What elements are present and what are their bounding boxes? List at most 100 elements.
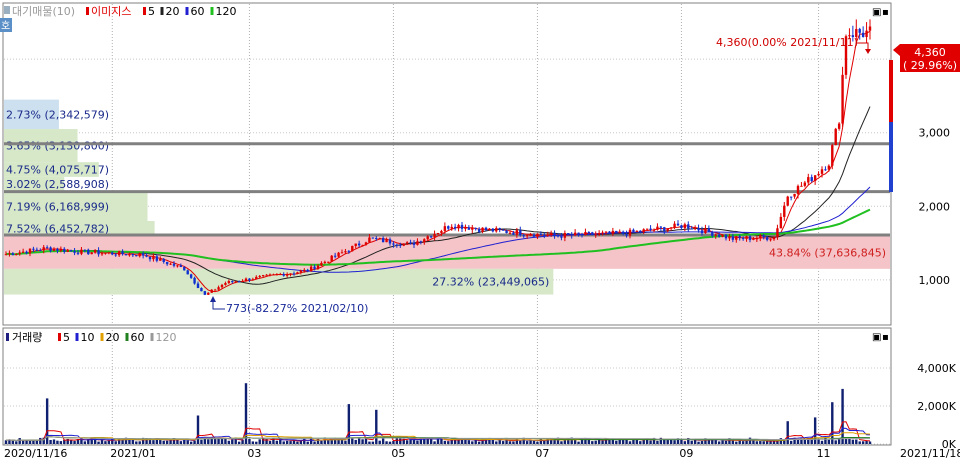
candle-body <box>711 231 714 236</box>
volume-bar <box>724 440 728 444</box>
x-axis: 2021/01 03 05 07 09 11 <box>110 447 830 460</box>
volume-bar <box>361 439 364 444</box>
candle-body <box>577 232 580 234</box>
candle-body <box>817 173 820 176</box>
candle-body <box>268 274 272 276</box>
legend-ma-label: 120 <box>216 5 237 18</box>
volume-bar <box>399 438 402 444</box>
candle-body <box>471 227 474 230</box>
candle-body <box>693 228 697 230</box>
candle-body <box>522 235 525 237</box>
volume-y-axis: 4,000K2,000K0K <box>917 362 956 451</box>
volume-bar <box>135 441 138 444</box>
volume-bar <box>666 440 669 444</box>
legend-ma-label: 20 <box>166 5 180 18</box>
restore-button[interactable]: ▣ <box>872 7 881 18</box>
volume-maximize-button[interactable]: ▪ <box>882 332 889 343</box>
volume-bar <box>227 440 231 444</box>
candle-body <box>741 237 745 239</box>
candle-body <box>783 205 786 217</box>
candle-body <box>820 169 824 174</box>
candle-body <box>488 228 491 231</box>
low-annotation: 773(-82.27% 2021/02/10) <box>226 302 368 315</box>
volume-bar <box>560 441 563 444</box>
candle-body <box>357 243 361 246</box>
candle-body <box>265 274 268 276</box>
candle-body <box>63 248 66 252</box>
candle-body <box>375 238 378 240</box>
candle-body <box>769 239 772 241</box>
candle-body <box>601 232 604 234</box>
candle-body <box>316 265 320 269</box>
candle-body <box>159 258 162 261</box>
candle-body <box>759 235 762 239</box>
candle-body <box>532 234 536 237</box>
volume-bar <box>532 440 536 444</box>
volume-bar <box>169 439 172 444</box>
volume-bar <box>289 441 292 444</box>
last-price-pointer <box>893 44 900 56</box>
candle-body <box>292 273 296 275</box>
candle-body <box>608 231 611 234</box>
candle-body <box>810 177 813 181</box>
candle-body <box>39 250 42 252</box>
candle-body <box>189 274 193 278</box>
volume-restore-button[interactable]: ▣ <box>872 332 881 343</box>
volume-bar <box>138 441 141 444</box>
candle-body <box>429 236 433 238</box>
candle-body <box>813 175 817 181</box>
candle-body <box>203 291 207 295</box>
volume-bar <box>189 441 193 444</box>
volume-legend-swatch <box>150 333 154 341</box>
candle-body <box>505 230 508 234</box>
volume-bar <box>313 441 316 444</box>
volume-bar <box>11 440 15 444</box>
volume-bar <box>759 441 762 444</box>
volume-bar <box>354 439 357 444</box>
candle-body <box>66 250 69 252</box>
volume-bar <box>855 439 858 444</box>
candle-body <box>18 252 21 254</box>
candle-body <box>76 252 80 254</box>
candle-body <box>313 266 316 269</box>
side-button-label: 호 <box>1 20 10 32</box>
volume-bar <box>416 440 419 444</box>
volume-profile-label: 27.32% (23,449,065) <box>432 276 549 289</box>
volume-bar <box>368 441 371 444</box>
volume-bar <box>498 439 501 444</box>
volume-bar <box>834 440 837 444</box>
candle-body <box>731 236 735 240</box>
volume-bar <box>591 441 594 444</box>
volume-bar <box>447 441 450 444</box>
candle-body <box>464 227 467 229</box>
volume-bar <box>357 437 361 444</box>
candle-body <box>423 239 426 243</box>
candle-body <box>659 226 663 228</box>
candle-body <box>525 235 529 237</box>
candle-body <box>207 292 210 295</box>
volume-legend-ma-label: 60 <box>131 331 145 344</box>
candle-body <box>347 251 351 253</box>
last-price-change: ( 29.96%) <box>903 59 957 72</box>
volume-bar <box>258 439 261 444</box>
candle-body <box>340 252 344 254</box>
volume-legend-label: 거래량 <box>12 331 42 344</box>
volume-bar <box>529 440 532 444</box>
candle-body <box>477 228 481 232</box>
maximize-button[interactable]: ▪ <box>882 7 889 18</box>
candle-body <box>306 269 309 272</box>
volume-profile-label: 4.75% (4,075,717) <box>6 164 109 177</box>
candle-body <box>457 224 460 229</box>
volume-bar <box>851 439 855 444</box>
volume-bar <box>25 440 28 444</box>
volume-bar <box>741 441 745 444</box>
candle-body <box>543 234 546 236</box>
candle-body <box>868 26 872 31</box>
volume-bar <box>32 440 35 444</box>
candle-body <box>176 265 179 267</box>
volume-bar <box>251 441 255 444</box>
volume-bar <box>477 441 481 444</box>
candle-body <box>279 274 282 276</box>
price-y-axis: 4,0003,0002,0001,000 <box>919 53 951 287</box>
volume-bar <box>104 441 107 444</box>
